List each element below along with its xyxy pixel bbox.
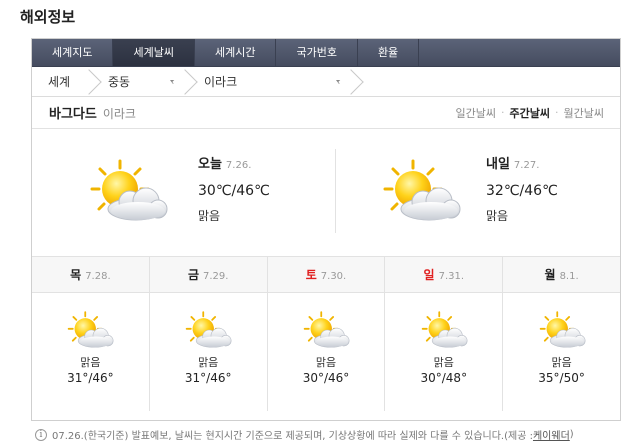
notice-text: 07.26.(한국기준) 발표예보, 날씨는 현지시간 기준으로 제공되며, 기… <box>52 431 533 442</box>
tab-exchange-rate[interactable]: 환율 <box>358 39 420 66</box>
main-tab-bar: 세계지도 세계날씨 세계시간 국가번호 환율 <box>32 39 620 67</box>
weekday-date: 7.30. <box>320 271 347 282</box>
tomorrow-date: 7.27. <box>513 160 540 171</box>
weekday-date: 7.29. <box>202 271 229 282</box>
today-date: 7.26. <box>225 160 252 171</box>
country-name: 이라크 <box>102 107 136 121</box>
tomorrow-temperature: 32℃/46℃ <box>486 183 558 199</box>
tab-world-weather[interactable]: 세계날씨 <box>113 39 195 66</box>
tomorrow-forecast: 내일 7.27. 32℃/46℃ 맑음 <box>326 129 620 256</box>
tab-world-map[interactable]: 세계지도 <box>32 39 114 66</box>
page-title: 해외정보 <box>20 8 76 26</box>
weekday-label: 월 <box>544 268 556 282</box>
weekday-condition: 맑음 <box>315 356 337 369</box>
city-name: 바그다드 <box>49 107 97 122</box>
forecast-notice: i 07.26.(한국기준) 발표예보, 날씨는 현지시간 기준으로 제공되며,… <box>35 427 574 442</box>
today-info: 오늘 7.26. 30℃/46℃ 맑음 <box>198 153 270 224</box>
country-select[interactable]: 이라크 <box>188 67 354 97</box>
weekday-temperature: 31°/46° <box>67 371 114 385</box>
tomorrow-label: 내일 <box>486 157 510 172</box>
today-label: 오늘 <box>198 157 222 172</box>
forecast-day: 일 7.31. 맑음 30°/48° <box>385 257 504 411</box>
weekday-temperature: 30°/46° <box>302 371 350 385</box>
chevron-down-icon <box>336 79 342 84</box>
location-heading: 바그다드 이라크 <box>49 103 136 122</box>
world-weather-widget: 세계지도 세계날씨 세계시간 국가번호 환율 세계 중동 이라크 바그다드 이라크… <box>31 38 621 421</box>
weekday-temperature: 35°/50° <box>538 371 585 385</box>
sunny-cloud-icon <box>86 159 170 223</box>
tomorrow-condition: 맑음 <box>486 209 509 223</box>
tab-daily-weather[interactable]: 일간날씨 <box>456 105 496 121</box>
separator-dot: · <box>555 106 559 119</box>
sunny-cloud-icon <box>537 311 587 349</box>
weekday-label: 토 <box>305 268 317 282</box>
today-tomorrow-forecast: 오늘 7.26. 30℃/46℃ 맑음 내일 7.27. 32℃/46℃ 맑음 <box>32 129 620 257</box>
sunny-cloud-icon <box>301 311 351 349</box>
chevron-down-icon <box>170 79 176 84</box>
breadcrumb-world[interactable]: 세계 <box>32 67 92 97</box>
forecast-day: 목 7.28. 맑음 31°/46° <box>32 257 150 411</box>
weekday-condition: 맑음 <box>433 356 454 369</box>
provider-link[interactable]: 케이웨더 <box>533 427 570 442</box>
sunny-cloud-icon <box>183 311 233 349</box>
weekday-temperature: 30°/48° <box>420 371 468 385</box>
country-select-label: 이라크 <box>204 74 238 89</box>
weekday-condition: 맑음 <box>551 356 572 369</box>
breadcrumb-world-label: 세계 <box>48 74 71 89</box>
forecast-day: 월 8.1. 맑음 35°/50° <box>503 257 620 411</box>
tomorrow-info: 내일 7.27. 32℃/46℃ 맑음 <box>486 153 558 224</box>
weekly-forecast: 목 7.28. 맑음 31°/46° 금 7.29. 맑음 31°/46° 토 7.3… <box>32 257 620 411</box>
sunny-cloud-icon <box>419 311 469 349</box>
weekday-date: 8.1. <box>559 271 579 282</box>
sunny-cloud-icon <box>65 311 115 349</box>
weekday-temperature: 31°/46° <box>184 371 232 385</box>
tab-country-code[interactable]: 국가번호 <box>276 39 358 66</box>
tab-monthly-weather[interactable]: 월간날씨 <box>564 105 604 121</box>
location-bar: 바그다드 이라크 일간날씨 · 주간날씨 · 월간날씨 <box>32 97 620 129</box>
period-tabs: 일간날씨 · 주간날씨 · 월간날씨 <box>456 105 604 121</box>
tab-world-time[interactable]: 세계시간 <box>195 39 277 66</box>
today-temperature: 30℃/46℃ <box>198 183 270 199</box>
info-icon: i <box>35 428 47 441</box>
today-condition: 맑음 <box>198 209 221 223</box>
region-select-label: 중동 <box>108 74 131 89</box>
sunny-cloud-icon <box>379 159 463 223</box>
weekday-condition: 맑음 <box>198 356 219 369</box>
forecast-day: 금 7.29. 맑음 31°/46° <box>149 257 268 411</box>
weekday-label: 일 <box>423 268 435 282</box>
weekday-label: 목 <box>70 268 82 282</box>
weekday-condition: 맑음 <box>80 356 101 369</box>
forecast-day: 토 7.30. 맑음 30°/46° <box>267 257 386 411</box>
separator-dot: · <box>501 106 505 119</box>
weekday-date: 7.31. <box>438 271 465 282</box>
weekday-date: 7.28. <box>85 271 111 282</box>
notice-suffix: ) <box>569 429 574 440</box>
weekday-label: 금 <box>187 268 199 282</box>
today-forecast: 오늘 7.26. 30℃/46℃ 맑음 <box>32 129 326 256</box>
region-select[interactable]: 중동 <box>92 67 188 97</box>
tab-weekly-weather[interactable]: 주간날씨 <box>510 105 550 121</box>
breadcrumb: 세계 중동 이라크 <box>32 67 620 97</box>
